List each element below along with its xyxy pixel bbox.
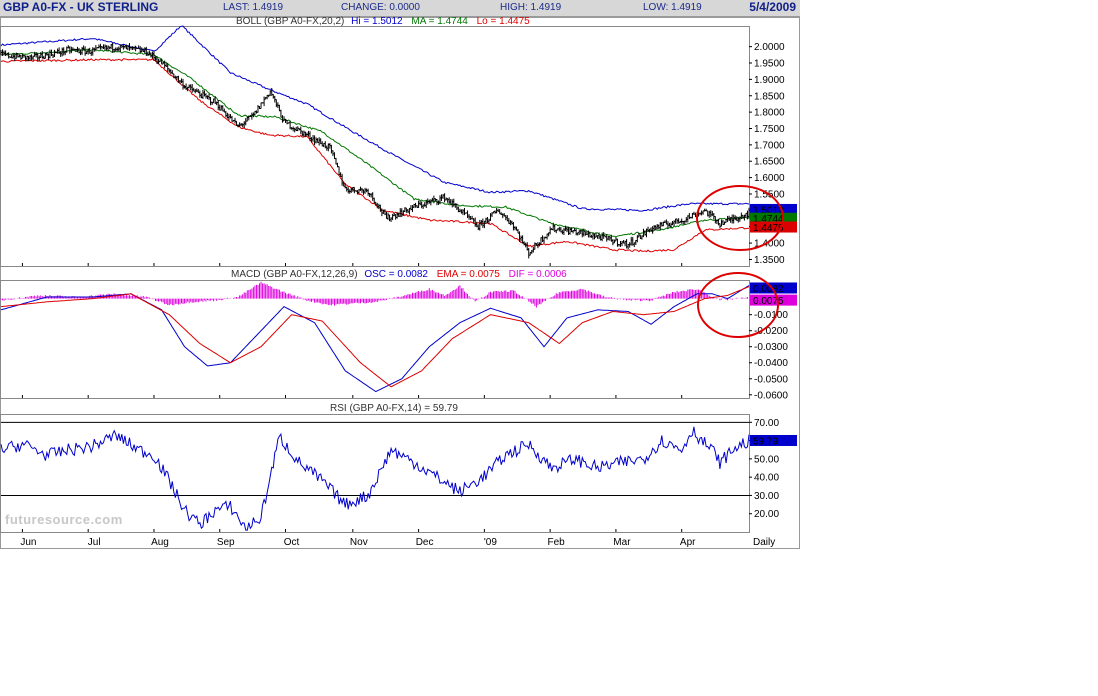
x-tick-label: Nov [350,537,368,548]
macd-y-tick-label: -0.0400 [754,358,788,369]
boll-title: BOLL (GBP A0-FX,20,2) Hi = 1.5012 MA = 1… [236,16,530,27]
rsi-title: RSI (GBP A0-FX,14) = 59.79 [330,403,458,414]
macd-y-tick-label: -0.0600 [754,390,788,401]
x-tick-label: Oct [284,537,300,548]
boll-y-tick-label: 2.0000 [754,42,785,53]
rsi-y-tick-label: 20.00 [754,509,779,520]
chart-window: GBP A0-FX - UK STERLING LAST: 1.4919 CHA… [0,0,800,549]
rsi-y-tick-label: 30.00 [754,491,779,502]
boll-y-tick-label: 1.8500 [754,91,785,102]
x-axis-frequency-label: Daily [753,537,775,548]
x-tick-label: Dec [416,537,434,548]
boll-y-tick-label: 1.7000 [754,140,785,151]
boll-plot-area [0,26,750,267]
x-tick-label: Mar [613,537,631,548]
macd-y-tick-label: -0.0100 [754,310,788,321]
boll-y-tick-label: 1.7500 [754,124,785,135]
x-tick-label: '09 [484,537,497,548]
rsi-y-tick-label: 40.00 [754,473,779,484]
chart-canvas: BOLL (GBP A0-FX,20,2) Hi = 1.5012 MA = 1… [0,16,800,549]
x-tick-label: Apr [680,537,696,548]
boll-y-tick-label: 1.6000 [754,173,785,184]
boll-y-tick-label: 1.9500 [754,59,785,70]
rsi-y-tick-label: 50.00 [754,454,779,465]
badge-macd-ema: 0.0075 [753,296,784,307]
macd-y-tick-label: -0.0300 [754,342,788,353]
boll-y-tick-label: 1.9000 [754,75,785,86]
futuresource-watermark: futuresource.com [5,512,123,527]
macd-y-tick-label: -0.0500 [754,374,788,385]
x-tick-label: Sep [217,537,235,548]
badge-rsi: 59.79 [753,436,778,447]
macd-title: MACD (GBP A0-FX,12,26,9) OSC = 0.0082 EM… [231,269,567,280]
boll-y-tick-label: 1.8000 [754,108,785,119]
rsi-y-tick-label: 70.00 [754,418,779,429]
boll-y-tick-label: 1.6500 [754,157,785,168]
boll-y-tick-label: 1.3500 [754,255,785,266]
x-tick-label: Jun [20,537,36,548]
x-tick-label: Jul [88,537,101,548]
x-tick-label: Feb [548,537,566,548]
x-tick-label: Aug [151,537,169,548]
